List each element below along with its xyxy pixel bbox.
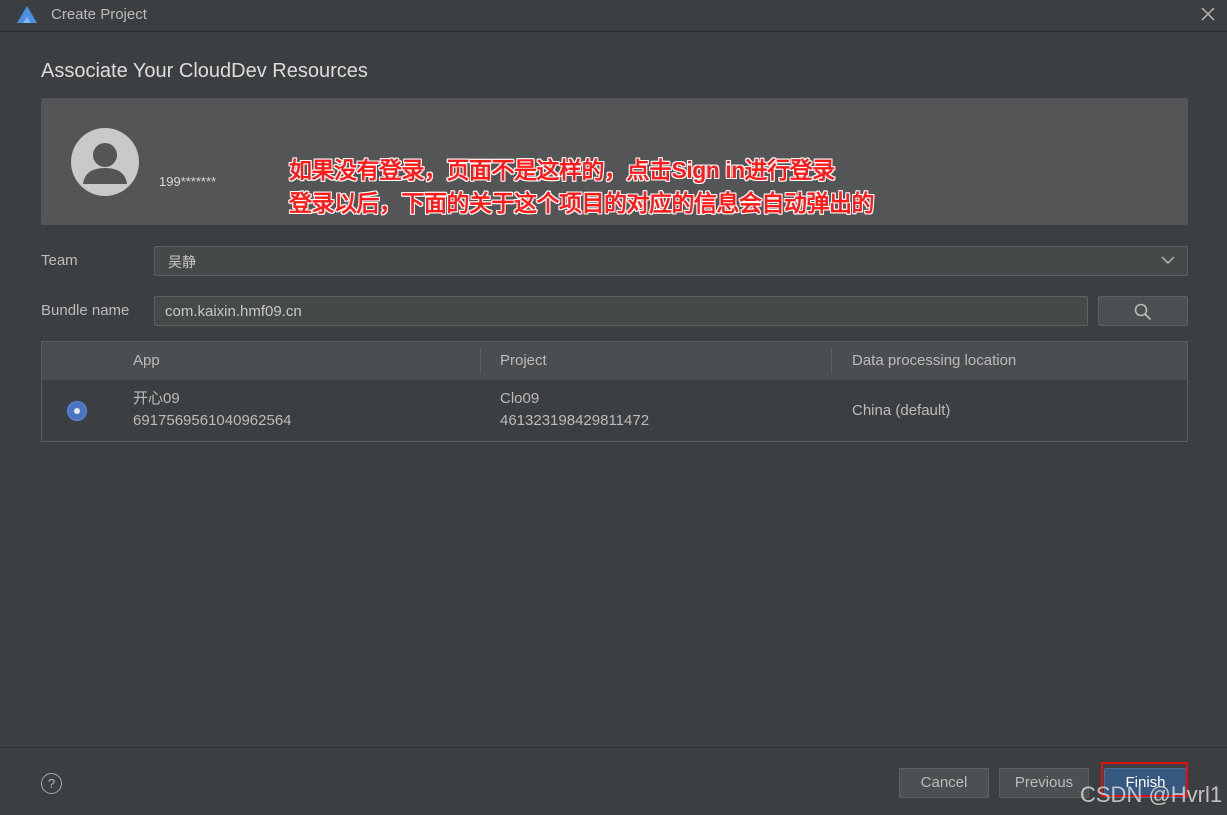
account-id: 199******* <box>159 174 217 189</box>
column-header-location: Data processing location <box>852 352 1017 369</box>
column-divider <box>831 348 832 374</box>
app-cell: 开心09 6917569561040962564 <box>133 388 292 432</box>
deveco-logo-icon <box>17 6 37 23</box>
resources-table: App Project Data processing location 开心0… <box>41 341 1188 442</box>
row-radio-button[interactable] <box>67 401 87 421</box>
title-bar: Create Project <box>0 0 1227 32</box>
team-value: 吴静 <box>168 254 196 270</box>
chevron-down-icon <box>1161 256 1175 264</box>
annotation-line-1: 如果没有登录，页面不是这样的，点击Sign in进行登录 <box>289 157 835 183</box>
team-label: Team <box>41 252 78 269</box>
watermark: CSDN @Hvrl1 <box>1080 782 1223 807</box>
app-id: 6917569561040962564 <box>133 412 292 429</box>
previous-button[interactable]: Previous <box>999 768 1089 798</box>
team-select[interactable]: 吴静 <box>154 246 1188 276</box>
close-icon[interactable] <box>1199 5 1217 23</box>
search-icon <box>1134 303 1152 321</box>
column-divider <box>480 348 481 374</box>
bundle-name-input[interactable] <box>154 296 1088 326</box>
project-id: 461323198429811472 <box>500 412 650 429</box>
column-header-app: App <box>133 352 160 369</box>
cancel-button[interactable]: Cancel <box>899 768 989 798</box>
project-name: Clo09 <box>500 390 540 407</box>
bundle-name-label: Bundle name <box>41 302 130 319</box>
page-title: Associate Your CloudDev Resources <box>41 60 368 82</box>
search-button[interactable] <box>1098 296 1188 326</box>
project-cell: Clo09 461323198429811472 <box>500 388 649 432</box>
app-name: 开心09 <box>133 390 180 407</box>
column-header-project: Project <box>500 352 547 369</box>
table-header: App Project Data processing location <box>42 342 1187 380</box>
annotation-line-2: 登录以后，下面的关于这个项目的对应的信息会自动弹出的 <box>289 190 875 216</box>
footer-divider <box>0 747 1227 748</box>
avatar-icon <box>71 128 139 196</box>
window-title: Create Project <box>51 6 147 23</box>
radio-selected-dot <box>74 408 80 414</box>
help-icon[interactable]: ? <box>41 773 62 794</box>
table-row[interactable]: 开心09 6917569561040962564 Clo09 461323198… <box>42 380 1187 441</box>
location-cell: China (default) <box>852 402 951 419</box>
account-panel: 199******* 如果没有登录，页面不是这样的，点击Sign in进行登录 … <box>41 98 1188 225</box>
